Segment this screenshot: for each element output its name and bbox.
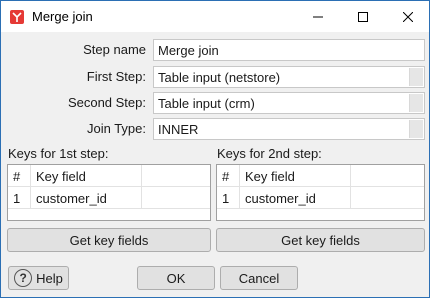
merge-join-icon	[10, 10, 24, 24]
ok-button[interactable]: OK	[137, 266, 215, 290]
first-step-value: Table input (netstore)	[158, 69, 281, 85]
step-name-input[interactable]: Merge join	[153, 39, 425, 61]
table-row[interactable]: 1 customer_id	[217, 187, 424, 209]
step-name-label: Step name	[83, 42, 146, 57]
empty-cell	[142, 187, 210, 209]
keys-2nd-label: Keys for 2nd step:	[217, 146, 322, 161]
maximize-icon	[357, 11, 368, 22]
get-key-fields-2nd-button[interactable]: Get key fields	[216, 228, 425, 252]
empty-cell	[351, 187, 424, 209]
cancel-button[interactable]: Cancel	[220, 266, 298, 290]
maximize-button[interactable]	[340, 1, 385, 32]
join-type-select[interactable]: INNER	[153, 118, 425, 140]
keys-1st-table[interactable]: # Key field 1 customer_id	[7, 164, 211, 221]
key-field-cell[interactable]: customer_id	[240, 187, 351, 209]
table-header: # Key field	[8, 165, 210, 187]
dropdown-button[interactable]	[409, 68, 423, 86]
help-icon: ?	[14, 269, 33, 287]
key-field-cell[interactable]: customer_id	[31, 187, 142, 209]
column-header-key-field[interactable]: Key field	[31, 165, 142, 187]
keys-2nd-table[interactable]: # Key field 1 customer_id	[216, 164, 425, 221]
row-number: 1	[217, 187, 240, 209]
title-bar: Merge join	[1, 1, 429, 32]
close-icon	[402, 11, 413, 22]
empty-column	[142, 165, 210, 187]
second-step-select[interactable]: Table input (crm)	[153, 92, 425, 114]
dialog-content: Step name Merge join First Step: Table i…	[1, 32, 429, 297]
first-step-label: First Step:	[86, 69, 146, 84]
keys-1st-label: Keys for 1st step:	[8, 146, 109, 161]
first-step-select[interactable]: Table input (netstore)	[153, 66, 425, 88]
table-header: # Key field	[217, 165, 424, 187]
column-header-number[interactable]: #	[217, 165, 240, 187]
merge-join-dialog: Merge join Step name Merge join First St…	[0, 0, 430, 298]
help-button[interactable]: ? Help	[8, 266, 69, 290]
row-number: 1	[8, 187, 31, 209]
help-label: Help	[36, 270, 63, 286]
join-type-label: Join Type:	[86, 121, 146, 136]
column-header-number[interactable]: #	[8, 165, 31, 187]
table-row[interactable]: 1 customer_id	[8, 187, 210, 209]
minimize-icon	[312, 16, 323, 17]
minimize-button[interactable]	[295, 1, 340, 32]
dropdown-button[interactable]	[409, 94, 423, 112]
column-header-key-field[interactable]: Key field	[240, 165, 351, 187]
second-step-label: Second Step:	[67, 95, 146, 110]
join-type-value: INNER	[158, 121, 199, 137]
second-step-value: Table input (crm)	[158, 95, 255, 111]
close-button[interactable]	[385, 1, 430, 32]
get-key-fields-1st-button[interactable]: Get key fields	[7, 228, 211, 252]
dropdown-button[interactable]	[409, 120, 423, 138]
empty-column	[351, 165, 424, 187]
window-title: Merge join	[32, 9, 93, 24]
